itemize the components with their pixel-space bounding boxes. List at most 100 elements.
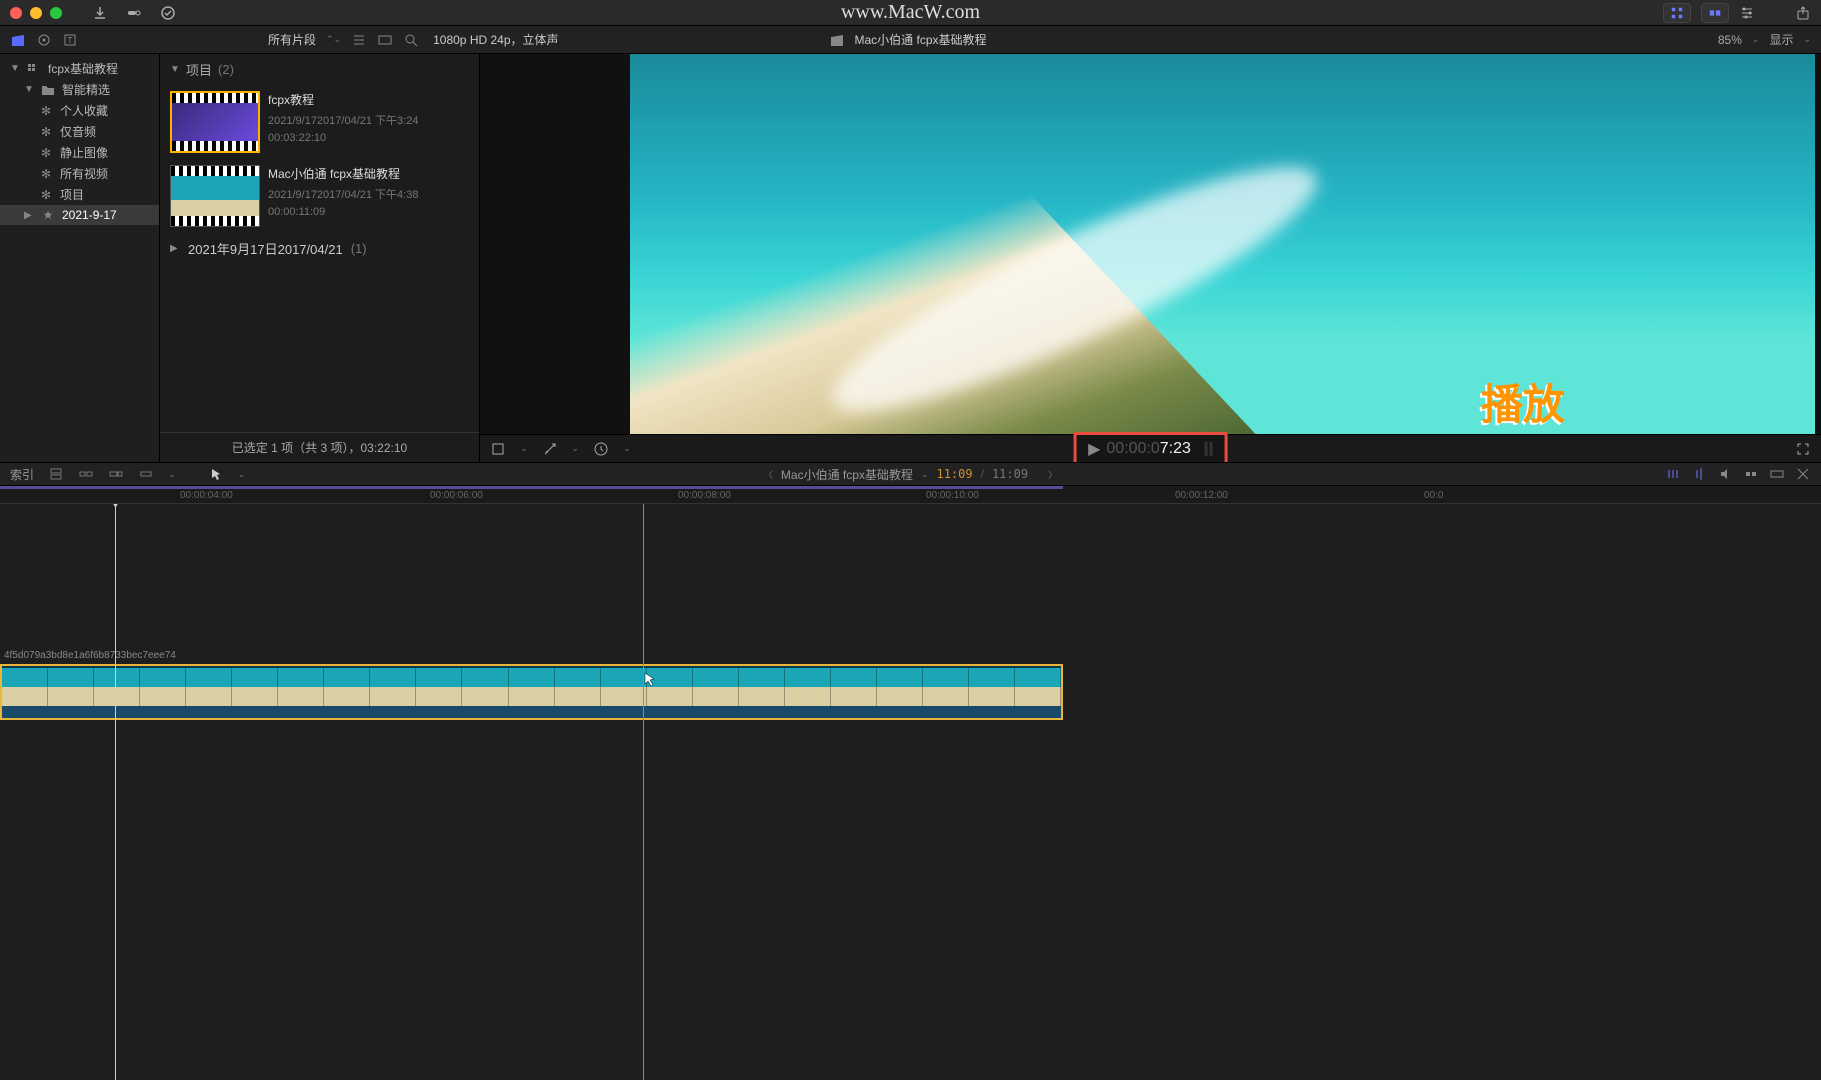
disclosure-triangle-icon[interactable]: ▼	[170, 64, 180, 75]
workspace-dual-button[interactable]	[1701, 3, 1729, 23]
sidebar-smart-collections[interactable]: ▼ 智能精选	[0, 79, 159, 100]
library-clapperboard-icon[interactable]	[10, 32, 26, 48]
sidebar-item-label: 静止图像	[60, 144, 108, 161]
append-clip-icon[interactable]	[108, 466, 124, 482]
browser-list: fcpx教程 2021/9/172017/04/21 下午3:24 00:03:…	[160, 85, 479, 432]
prev-project-icon[interactable]: 〈	[764, 468, 773, 481]
filmstrip-bottom-icon	[171, 216, 259, 226]
clip-filmstrip	[2, 668, 1061, 706]
clip-title: fcpx教程	[268, 91, 418, 108]
solo-icon[interactable]	[1717, 466, 1733, 482]
sidebar-item-favorites[interactable]: ✻ 个人收藏	[0, 100, 159, 121]
browser-status: 已选定 1 项（共 3 项），03:22:10	[160, 432, 479, 462]
svg-text:T: T	[68, 36, 73, 45]
disclosure-triangle-icon[interactable]: ▼	[24, 84, 34, 95]
retime-tool-icon[interactable]	[593, 441, 609, 457]
clip-thumbnail[interactable]	[170, 91, 260, 153]
timecode-dim: 00:00:0	[1106, 440, 1159, 457]
timeline-project-name[interactable]: Mac小伯通 fcpx基础教程	[781, 466, 913, 483]
titles-generators-icon[interactable]: T	[62, 32, 78, 48]
minimize-window[interactable]	[30, 7, 42, 19]
playhead[interactable]	[115, 504, 116, 1080]
project-clapperboard-icon	[829, 32, 845, 48]
watermark-text: www.MacW.com	[841, 1, 980, 24]
timeline[interactable]: 4f5d079a3bd8e1a6f6b8733bec7eee74	[0, 504, 1821, 1080]
event-star-icon: ★	[40, 207, 56, 223]
sidebar-library-root[interactable]: ▼ fcpx基础教程	[0, 58, 159, 79]
title-overlay: 播放	[1481, 371, 1565, 432]
workspace-grid-button[interactable]	[1663, 3, 1691, 23]
timeline-split-icon[interactable]	[1795, 466, 1811, 482]
audio-skimming-icon[interactable]	[1691, 466, 1707, 482]
fullscreen-icon[interactable]	[1795, 441, 1811, 457]
index-button[interactable]: 索引	[10, 466, 34, 483]
ruler-tick: 00:00:06:00	[430, 490, 483, 501]
viewer-canvas[interactable]: 播放 播放	[630, 54, 1815, 462]
list-view-icon[interactable]	[351, 32, 367, 48]
adjustments-icon[interactable]	[1739, 5, 1755, 21]
browser-clip[interactable]: fcpx教程 2021/9/172017/04/21 下午3:24 00:03:…	[160, 85, 479, 159]
disclosure-triangle-icon[interactable]: ▶	[24, 210, 34, 221]
clip-metadata: fcpx教程 2021/9/172017/04/21 下午3:24 00:03:…	[268, 91, 418, 153]
browser-group-header[interactable]: ▼ 项目 (2)	[160, 54, 479, 85]
ruler-tick: 00:00:08:00	[678, 490, 731, 501]
insert-clip-icon[interactable]	[78, 466, 94, 482]
sidebar-item-projects[interactable]: ✻ 项目	[0, 184, 159, 205]
format-text: 1080p HD 24p，立体声	[433, 31, 558, 48]
clip-date: 2021/9/172017/04/21 下午4:38	[268, 186, 418, 202]
sidebar-item-all-video[interactable]: ✻ 所有视频	[0, 163, 159, 184]
skimming-icon[interactable]	[1665, 466, 1681, 482]
overwrite-clip-icon[interactable]	[138, 466, 154, 482]
import-icon[interactable]	[92, 5, 108, 21]
snapping-icon[interactable]	[1743, 466, 1759, 482]
timeline-clip[interactable]	[0, 664, 1063, 720]
audio-meter-icon	[1205, 442, 1213, 456]
gear-icon: ✻	[38, 166, 54, 182]
playhead-handle-icon[interactable]	[110, 504, 121, 508]
disclosure-triangle-icon[interactable]: ▼	[10, 63, 20, 74]
clip-thumbnail[interactable]	[170, 165, 260, 227]
ruler-tick: 00:00:04:00	[180, 490, 233, 501]
filmstrip-view-icon[interactable]	[377, 32, 393, 48]
sidebar-item-label: 个人收藏	[60, 102, 108, 119]
sidebar-item-stills[interactable]: ✻ 静止图像	[0, 142, 159, 163]
select-tool-icon[interactable]	[208, 466, 224, 482]
clip-duration: 00:00:11:09	[268, 206, 418, 218]
timeline-ruler[interactable]: 00:00:04:0000:00:06:0000:00:08:0000:00:1…	[0, 486, 1821, 504]
timecode-bright: 7:23	[1160, 440, 1191, 457]
library-sidebar: ▼ fcpx基础教程 ▼ 智能精选 ✻ 个人收藏 ✻ 仅音频 ✻ 静止图像 ✻ …	[0, 54, 160, 462]
event-name: 2021-9-17	[62, 208, 117, 222]
disclosure-triangle-icon[interactable]: ▶	[170, 243, 180, 254]
next-project-icon[interactable]: 〉	[1048, 468, 1057, 481]
share-icon[interactable]	[1795, 5, 1811, 21]
ruler-tick: 00:0	[1424, 490, 1443, 501]
transform-tool-icon[interactable]	[490, 441, 506, 457]
photos-media-icon[interactable]	[36, 32, 52, 48]
group-label: 项目	[186, 60, 212, 79]
sidebar-event[interactable]: ▶ ★ 2021-9-17	[0, 205, 159, 225]
cursor-icon	[644, 672, 656, 688]
chevron-down-icon: ⌄	[921, 469, 929, 480]
filmstrip-top-icon	[171, 166, 259, 176]
enhance-tool-icon[interactable]	[542, 441, 558, 457]
close-window[interactable]	[10, 7, 22, 19]
browser-date-group[interactable]: ▶ 2021年9月17日2017/04/21 (1)	[160, 233, 479, 264]
chevron-down-icon: ⌄	[1803, 34, 1811, 45]
timecode-display[interactable]: ▶ 00:00:07:23	[1073, 432, 1228, 466]
date-group-count: (1)	[351, 241, 367, 256]
clip-filter-dropdown[interactable]: 所有片段	[268, 31, 316, 48]
sidebar-item-label: 所有视频	[60, 165, 108, 182]
browser-clip[interactable]: Mac小伯通 fcpx基础教程 2021/9/172017/04/21 下午4:…	[160, 159, 479, 233]
keyword-icon[interactable]	[126, 5, 142, 21]
thumbnail-image	[172, 103, 258, 141]
display-dropdown[interactable]: 显示	[1769, 31, 1793, 48]
zoom-dropdown[interactable]: 85%	[1718, 33, 1742, 47]
sidebar-item-audio-only[interactable]: ✻ 仅音频	[0, 121, 159, 142]
connect-clip-icon[interactable]	[48, 466, 64, 482]
timeline-view-icon[interactable]	[1769, 466, 1785, 482]
library-name: fcpx基础教程	[48, 60, 118, 77]
background-tasks-icon[interactable]	[160, 5, 176, 21]
search-icon[interactable]	[403, 32, 419, 48]
gear-icon: ✻	[38, 124, 54, 140]
maximize-window[interactable]	[50, 7, 62, 19]
